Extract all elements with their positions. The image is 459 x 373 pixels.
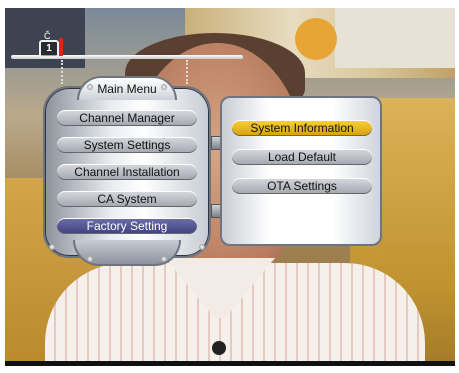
main-menu-bottom-cap [73,240,181,266]
menu-item-channel-installation[interactable]: Channel Installation [57,164,197,180]
screw-icon [49,244,55,250]
screw-icon [199,244,205,250]
screw-icon [161,84,167,90]
submenu-item-ota-settings[interactable]: OTA Settings [232,178,372,194]
background-board [335,8,455,68]
factory-setting-submenu: System Information Load Default OTA Sett… [220,96,382,246]
channel-top-mark: Č [44,31,51,41]
menu-item-ca-system[interactable]: CA System [57,191,197,207]
screw-icon [161,256,167,262]
screw-icon [87,256,93,262]
menu-item-channel-manager[interactable]: Channel Manager [57,110,197,126]
channel-number: 1 [46,43,52,54]
menu-item-factory-setting[interactable]: Factory Setting [57,218,197,234]
submenu-item-system-information[interactable]: System Information [232,120,372,136]
tv-screen: Č 1 Main Menu Channel Manager System Set… [5,8,455,366]
screen-bottom-border [5,361,455,366]
screw-icon [87,84,93,90]
menu-item-system-settings[interactable]: System Settings [57,137,197,153]
submenu-item-load-default[interactable]: Load Default [232,149,372,165]
background-microphone [212,341,226,355]
main-menu-panel: Main Menu Channel Manager System Setting… [43,76,211,268]
channel-red-marker [59,38,63,56]
channel-number-icon: 1 [39,40,59,58]
background-orange-object [295,18,337,60]
